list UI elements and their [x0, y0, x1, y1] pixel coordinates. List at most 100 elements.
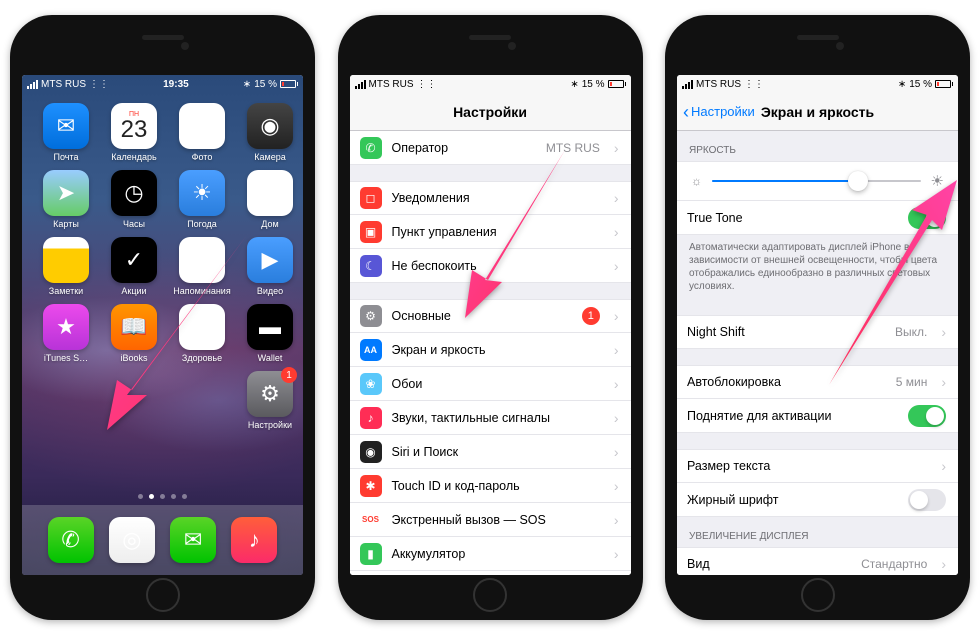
- sun-small-icon: ☼: [691, 174, 702, 188]
- chevron-icon: ›: [614, 258, 619, 274]
- carrier-cell[interactable]: ✆ОператорMTS RUS›: [350, 131, 631, 165]
- cell-label: Экран и яркость: [392, 343, 600, 357]
- app-tile[interactable]: ⚙1: [247, 371, 293, 417]
- general-cell[interactable]: ⚙Основные1›: [350, 299, 631, 333]
- wifi-icon: ⋮⋮: [744, 79, 764, 90]
- privacy-cell[interactable]: ✋Конфиденциальность›: [350, 571, 631, 575]
- calendar-app[interactable]: пн23 Календарь: [105, 103, 163, 162]
- touchid-cell[interactable]: ✱Touch ID и код-пароль›: [350, 469, 631, 503]
- app-tile[interactable]: ◷: [111, 170, 157, 216]
- safari-app[interactable]: ◎: [109, 517, 155, 563]
- nav-title: Настройки: [453, 104, 527, 120]
- status-bar: MTS RUS⋮⋮ 19:35 ∗15 %: [22, 75, 303, 93]
- app-tile[interactable]: ⌂: [247, 170, 293, 216]
- cell-label: Touch ID и код-пароль: [392, 479, 600, 493]
- home-app[interactable]: ⌂Дом: [241, 170, 299, 229]
- bluetooth-icon: ∗: [243, 79, 251, 90]
- chevron-icon: ›: [614, 342, 619, 358]
- app-tile[interactable]: ✉: [43, 103, 89, 149]
- cell-icon: ▣: [360, 221, 382, 243]
- cell-label: Экстренный вызов — SOS: [392, 513, 600, 527]
- app-tile[interactable]: ▶: [247, 237, 293, 283]
- app-label: Почта: [54, 152, 79, 162]
- night-shift-cell[interactable]: Night Shift Выкл. ›: [677, 315, 958, 349]
- truetone-cell[interactable]: True Tone: [677, 201, 958, 235]
- chevron-icon: ›: [614, 190, 619, 206]
- app-tile[interactable]: ◉: [247, 103, 293, 149]
- display-cell[interactable]: AAЭкран и яркость›: [350, 333, 631, 367]
- truetone-toggle[interactable]: [908, 207, 946, 229]
- app-label: Погода: [187, 219, 217, 229]
- messages-app[interactable]: ✉: [170, 517, 216, 563]
- app-tile[interactable]: ✿: [179, 103, 225, 149]
- app-tile[interactable]: ➤: [43, 170, 89, 216]
- reminders-app[interactable]: ≡Напоминания: [173, 237, 231, 296]
- sos-cell[interactable]: SOSЭкстренный вызов — SOS›: [350, 503, 631, 537]
- maps-app[interactable]: ➤ Карты: [37, 170, 95, 229]
- sounds-cell[interactable]: ♪Звуки, тактильные сигналы›: [350, 401, 631, 435]
- app-tile[interactable]: [43, 237, 89, 283]
- raise-toggle[interactable]: [908, 405, 946, 427]
- battery-cell[interactable]: ▮Аккумулятор›: [350, 537, 631, 571]
- stocks-app[interactable]: ✓Акции: [105, 237, 163, 296]
- mail-app[interactable]: ✉ Почта: [37, 103, 95, 162]
- chevron-icon: ›: [614, 308, 619, 324]
- chevron-left-icon: ‹: [683, 103, 689, 121]
- phone-settings: MTS RUS⋮⋮ ∗15 % Настройки ✆ОператорMTS R…: [338, 15, 643, 620]
- raise-to-wake-cell[interactable]: Поднятие для активации: [677, 399, 958, 433]
- cell-label: Пункт управления: [392, 225, 600, 239]
- sun-large-icon: ☀: [931, 172, 944, 190]
- app-tile[interactable]: ≡: [179, 237, 225, 283]
- wifi-icon: ⋮⋮: [89, 79, 109, 90]
- app-tile[interactable]: ✓: [111, 237, 157, 283]
- app-label: Календарь: [111, 152, 156, 162]
- autolock-cell[interactable]: Автоблокировка 5 мин ›: [677, 365, 958, 399]
- chevron-icon: ›: [614, 376, 619, 392]
- wallpaper-cell[interactable]: ❀Обои›: [350, 367, 631, 401]
- photos-app[interactable]: ✿Фото: [173, 103, 231, 162]
- brightness-slider-row[interactable]: ☼ ☀: [677, 161, 958, 201]
- brightness-slider[interactable]: [712, 180, 921, 182]
- bold-text-cell[interactable]: Жирный шрифт: [677, 483, 958, 517]
- cell-label: Обои: [392, 377, 600, 391]
- chevron-icon: ›: [614, 140, 619, 156]
- notifications-cell[interactable]: ◻Уведомления›: [350, 181, 631, 215]
- chevron-icon: ›: [941, 458, 946, 474]
- phone-app[interactable]: ✆: [48, 517, 94, 563]
- app-tile[interactable]: 📖: [111, 304, 157, 350]
- zoom-cell[interactable]: Вид Стандартно ›: [677, 547, 958, 575]
- wallet-app[interactable]: ▬ Wallet: [241, 304, 299, 363]
- clock-app[interactable]: ◷ Часы: [105, 170, 163, 229]
- cell-label: Аккумулятор: [392, 547, 600, 561]
- notes-app[interactable]: Заметки: [37, 237, 95, 296]
- app-label: Часы: [123, 219, 145, 229]
- app-tile[interactable]: ♥: [179, 304, 225, 350]
- health-app[interactable]: ♥Здоровье: [173, 304, 231, 363]
- text-size-cell[interactable]: Размер текста ›: [677, 449, 958, 483]
- app-label: Wallet: [258, 353, 283, 363]
- itunes-app[interactable]: ★iTunes S…: [37, 304, 95, 363]
- ibooks-app[interactable]: 📖 iBooks: [105, 304, 163, 363]
- app-tile[interactable]: пн23: [111, 103, 157, 149]
- app-tile[interactable]: ★: [43, 304, 89, 350]
- home-button[interactable]: [473, 578, 507, 612]
- control-center-cell[interactable]: ▣Пункт управления›: [350, 215, 631, 249]
- music-app[interactable]: ♪: [231, 517, 277, 563]
- bold-toggle[interactable]: [908, 489, 946, 511]
- siri-cell[interactable]: ◉Siri и Поиск›: [350, 435, 631, 469]
- time-label: 19:35: [163, 79, 189, 90]
- weather-app[interactable]: ☀ Погода: [173, 170, 231, 229]
- camera-app[interactable]: ◉Камера: [241, 103, 299, 162]
- truetone-footer: Автоматически адаптировать дисплей iPhon…: [677, 235, 958, 299]
- app-label: Карты: [53, 219, 79, 229]
- app-tile[interactable]: ☀: [179, 170, 225, 216]
- app-label: iBooks: [120, 353, 147, 363]
- home-button[interactable]: [801, 578, 835, 612]
- dnd-cell[interactable]: ☾Не беспокоить›: [350, 249, 631, 283]
- app-tile[interactable]: ▬: [247, 304, 293, 350]
- video-app[interactable]: ▶Видео: [241, 237, 299, 296]
- cell-label: Уведомления: [392, 191, 600, 205]
- back-button[interactable]: ‹Настройки: [683, 103, 755, 121]
- settings-app[interactable]: ⚙1Настройки: [241, 371, 299, 430]
- home-button[interactable]: [146, 578, 180, 612]
